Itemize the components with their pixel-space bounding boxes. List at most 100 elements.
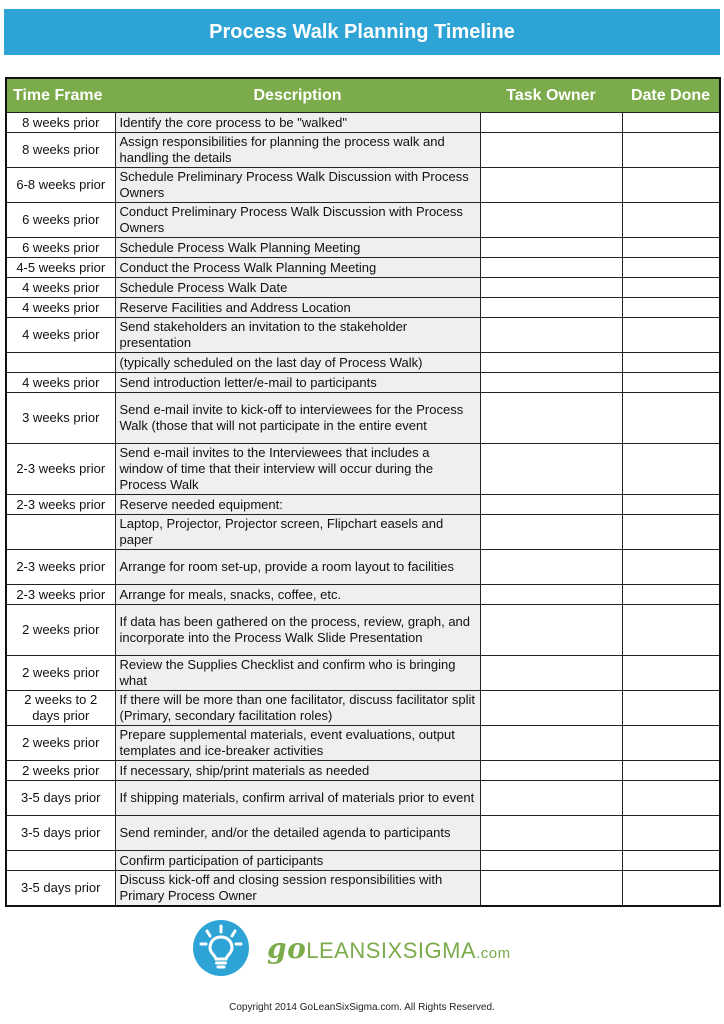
- description-cell: Send e-mail invite to kick-off to interv…: [114, 392, 481, 444]
- page-title-text: Process Walk Planning Timeline: [209, 20, 515, 43]
- table-row: 4 weeks prior Send stakeholders an invita…: [5, 317, 721, 353]
- description-cell: Reserve needed equipment:: [114, 494, 481, 515]
- date-done-cell[interactable]: [621, 352, 721, 373]
- task-owner-cell[interactable]: [479, 202, 623, 238]
- time-frame-cell: 6-8 weeks prior: [5, 167, 116, 203]
- task-owner-cell[interactable]: [479, 604, 623, 656]
- table-row: 8 weeks prior Identify the core process t…: [5, 112, 721, 133]
- description-cell: Laptop, Projector, Projector screen, Fli…: [114, 514, 481, 550]
- task-owner-cell[interactable]: [479, 317, 623, 353]
- time-frame-cell: 2-3 weeks prior: [5, 494, 116, 515]
- date-done-cell[interactable]: [621, 132, 721, 168]
- date-done-cell[interactable]: [621, 604, 721, 656]
- table-row: 4 weeks prior Send introduction letter/e-…: [5, 372, 721, 393]
- table-row: Laptop, Projector, Projector screen, Fli…: [5, 514, 721, 550]
- task-owner-cell[interactable]: [479, 277, 623, 298]
- logo-suffix: .com: [476, 944, 511, 962]
- description-cell: Conduct Preliminary Process Walk Discuss…: [114, 202, 481, 238]
- date-done-cell[interactable]: [621, 297, 721, 318]
- date-done-cell[interactable]: [621, 167, 721, 203]
- date-done-cell[interactable]: [621, 372, 721, 393]
- table-row: 6 weeks prior Schedule Process Walk Plann…: [5, 237, 721, 258]
- task-owner-cell[interactable]: [479, 815, 623, 851]
- table-row: 6-8 weeks prior Schedule Preliminary Proc…: [5, 167, 721, 203]
- date-done-cell[interactable]: [621, 549, 721, 585]
- task-owner-cell[interactable]: [479, 352, 623, 373]
- task-owner-cell[interactable]: [479, 132, 623, 168]
- table-row: 8 weeks prior Assign responsibilities for…: [5, 132, 721, 168]
- description-cell: Discuss kick-off and closing session res…: [114, 870, 481, 907]
- logo-wordmark: goLEANSIXSIGMA.com: [267, 932, 511, 965]
- description-cell: Send stakeholders an invitation to the s…: [114, 317, 481, 353]
- task-owner-cell[interactable]: [479, 257, 623, 278]
- date-done-cell[interactable]: [621, 780, 721, 816]
- date-done-cell[interactable]: [621, 850, 721, 871]
- description-cell: Schedule Process Walk Planning Meeting: [114, 237, 481, 258]
- task-owner-cell[interactable]: [479, 443, 623, 495]
- task-owner-cell[interactable]: [479, 514, 623, 550]
- date-done-cell[interactable]: [621, 725, 721, 761]
- task-owner-cell[interactable]: [479, 112, 623, 133]
- date-done-cell[interactable]: [621, 514, 721, 550]
- time-frame-cell: 8 weeks prior: [5, 112, 116, 133]
- date-done-cell[interactable]: [621, 317, 721, 353]
- task-owner-cell[interactable]: [479, 760, 623, 781]
- time-frame-cell: 2-3 weeks prior: [5, 584, 116, 605]
- task-owner-cell[interactable]: [479, 297, 623, 318]
- date-done-cell[interactable]: [621, 815, 721, 851]
- task-owner-cell[interactable]: [479, 655, 623, 691]
- table-row: 2 weeks prior Review the Supplies Checkli…: [5, 655, 721, 691]
- task-owner-cell[interactable]: [479, 494, 623, 515]
- task-owner-cell[interactable]: [479, 870, 623, 907]
- task-owner-cell[interactable]: [479, 780, 623, 816]
- task-owner-cell[interactable]: [479, 690, 623, 726]
- table-row: 2-3 weeks prior Reserve needed equipment:: [5, 494, 721, 515]
- date-done-cell[interactable]: [621, 443, 721, 495]
- date-done-cell[interactable]: [621, 690, 721, 726]
- time-frame-cell: 4 weeks prior: [5, 277, 116, 298]
- description-cell: Send reminder, and/or the detailed agend…: [114, 815, 481, 851]
- date-done-cell[interactable]: [621, 257, 721, 278]
- date-done-cell[interactable]: [621, 870, 721, 907]
- date-done-cell[interactable]: [621, 584, 721, 605]
- date-done-cell[interactable]: [621, 494, 721, 515]
- table-row: 2-3 weeks prior Arrange for meals, snacks…: [5, 584, 721, 605]
- task-owner-cell[interactable]: [479, 372, 623, 393]
- time-frame-cell: 6 weeks prior: [5, 202, 116, 238]
- date-done-cell[interactable]: [621, 202, 721, 238]
- copyright-text: Copyright 2014 GoLeanSixSigma.com. All R…: [229, 1002, 495, 1013]
- task-owner-cell[interactable]: [479, 237, 623, 258]
- description-cell: Reserve Facilities and Address Location: [114, 297, 481, 318]
- table-row: 2 weeks to 2 days prior If there will be …: [5, 690, 721, 726]
- task-owner-cell[interactable]: [479, 584, 623, 605]
- date-done-cell[interactable]: [621, 760, 721, 781]
- table-row: 4 weeks prior Reserve Facilities and Addr…: [5, 297, 721, 318]
- time-frame-cell: 2 weeks prior: [5, 725, 116, 761]
- task-owner-cell[interactable]: [479, 549, 623, 585]
- task-owner-cell[interactable]: [479, 850, 623, 871]
- task-owner-cell[interactable]: [479, 392, 623, 444]
- table-row: (typically scheduled on the last day of …: [5, 352, 721, 373]
- date-done-cell[interactable]: [621, 277, 721, 298]
- time-frame-cell: 2-3 weeks prior: [5, 549, 116, 585]
- header-time-frame: Time Frame: [6, 78, 115, 113]
- task-owner-cell[interactable]: [479, 167, 623, 203]
- description-cell: If there will be more than one facilitat…: [114, 690, 481, 726]
- description-cell: Review the Supplies Checklist and confir…: [114, 655, 481, 691]
- description-cell: Identify the core process to be "walked": [114, 112, 481, 133]
- date-done-cell[interactable]: [621, 655, 721, 691]
- table-row: 3-5 days prior Send reminder, and/or the …: [5, 815, 721, 851]
- task-owner-cell[interactable]: [479, 725, 623, 761]
- table-row: 3 weeks prior Send e-mail invite to kick-…: [5, 392, 721, 444]
- time-frame-cell: 2 weeks to 2 days prior: [5, 690, 116, 726]
- date-done-cell[interactable]: [621, 392, 721, 444]
- logo-name: LEANSIXSIGMA: [306, 937, 477, 963]
- header-date-done: Date Done: [622, 78, 720, 113]
- table-row: 3-5 days prior Discuss kick-off and closi…: [5, 870, 721, 907]
- table-row: Confirm participation of participants: [5, 850, 721, 871]
- table-row: 2 weeks prior Prepare supplemental materi…: [5, 725, 721, 761]
- lightbulb-icon: [193, 920, 249, 976]
- date-done-cell[interactable]: [621, 237, 721, 258]
- description-cell: Arrange for room set-up, provide a room …: [114, 549, 481, 585]
- date-done-cell[interactable]: [621, 112, 721, 133]
